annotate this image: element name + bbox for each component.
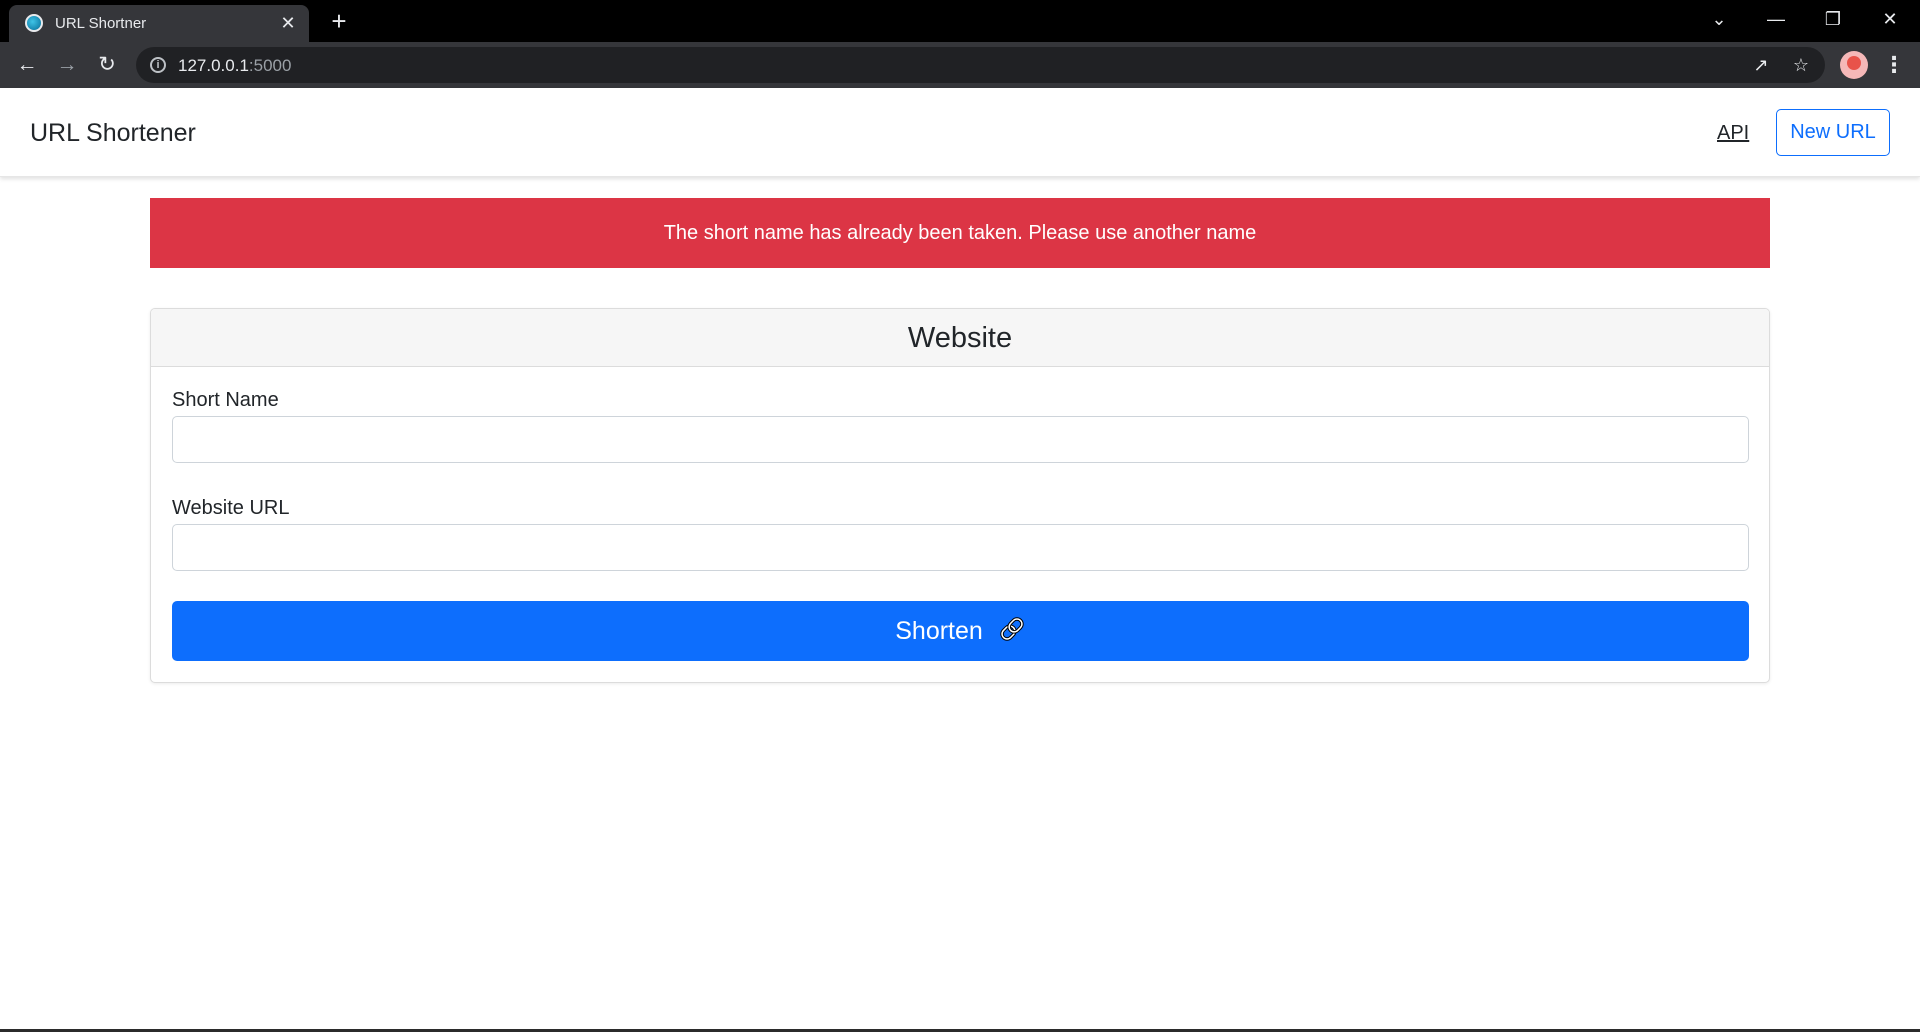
tab-search-icon[interactable]: ⌄	[1704, 4, 1734, 34]
site-info-icon[interactable]: i	[150, 57, 166, 73]
navbar-brand[interactable]: URL Shortener	[30, 119, 196, 148]
share-icon[interactable]: ↗	[1750, 54, 1772, 76]
short-name-input[interactable]	[172, 416, 1749, 463]
tab-title: URL Shortner	[55, 15, 147, 32]
browser-toolbar: ← → ↻ i 127.0.0.1:5000 ↗ ☆ ⋮	[0, 42, 1920, 88]
short-name-label: Short Name	[172, 389, 279, 411]
link-icon	[1000, 617, 1024, 642]
shorten-button-label: Shorten	[895, 617, 983, 645]
profile-avatar[interactable]	[1840, 51, 1868, 79]
browser-tabstrip: URL Shortner ✕ + ⌄ — ❐ ✕	[0, 0, 1920, 42]
web-page: URL Shortener API New URL The short name…	[0, 88, 1920, 1032]
browser-tab[interactable]: URL Shortner ✕	[9, 5, 309, 42]
shorten-button[interactable]: Shorten	[172, 601, 1749, 661]
bookmark-star-icon[interactable]: ☆	[1790, 54, 1812, 76]
shorten-form-card: Website Short Name Website URL Shorten	[150, 308, 1770, 683]
close-window-icon[interactable]: ✕	[1875, 4, 1905, 34]
back-arrow-icon[interactable]: ←	[12, 50, 42, 80]
site-navbar: URL Shortener API New URL	[0, 88, 1920, 177]
restore-icon[interactable]: ❐	[1818, 4, 1848, 34]
website-url-input[interactable]	[172, 524, 1749, 571]
api-link[interactable]: API	[1717, 122, 1749, 145]
minimize-icon[interactable]: —	[1761, 4, 1791, 34]
card-title: Website	[151, 309, 1769, 367]
tab-close-icon[interactable]: ✕	[277, 12, 299, 34]
address-bar[interactable]: i 127.0.0.1:5000 ↗ ☆	[136, 47, 1825, 83]
new-tab-icon[interactable]: +	[325, 7, 353, 35]
error-alert: The short name has already been taken. P…	[150, 198, 1770, 268]
address-url[interactable]: 127.0.0.1:5000	[178, 56, 291, 76]
forward-arrow-icon[interactable]: →	[52, 50, 82, 80]
globe-favicon-icon	[25, 14, 43, 32]
website-url-label: Website URL	[172, 497, 290, 519]
browser-menu-icon[interactable]: ⋮	[1882, 50, 1906, 80]
reload-icon[interactable]: ↻	[92, 50, 122, 80]
new-url-button[interactable]: New URL	[1776, 109, 1890, 156]
